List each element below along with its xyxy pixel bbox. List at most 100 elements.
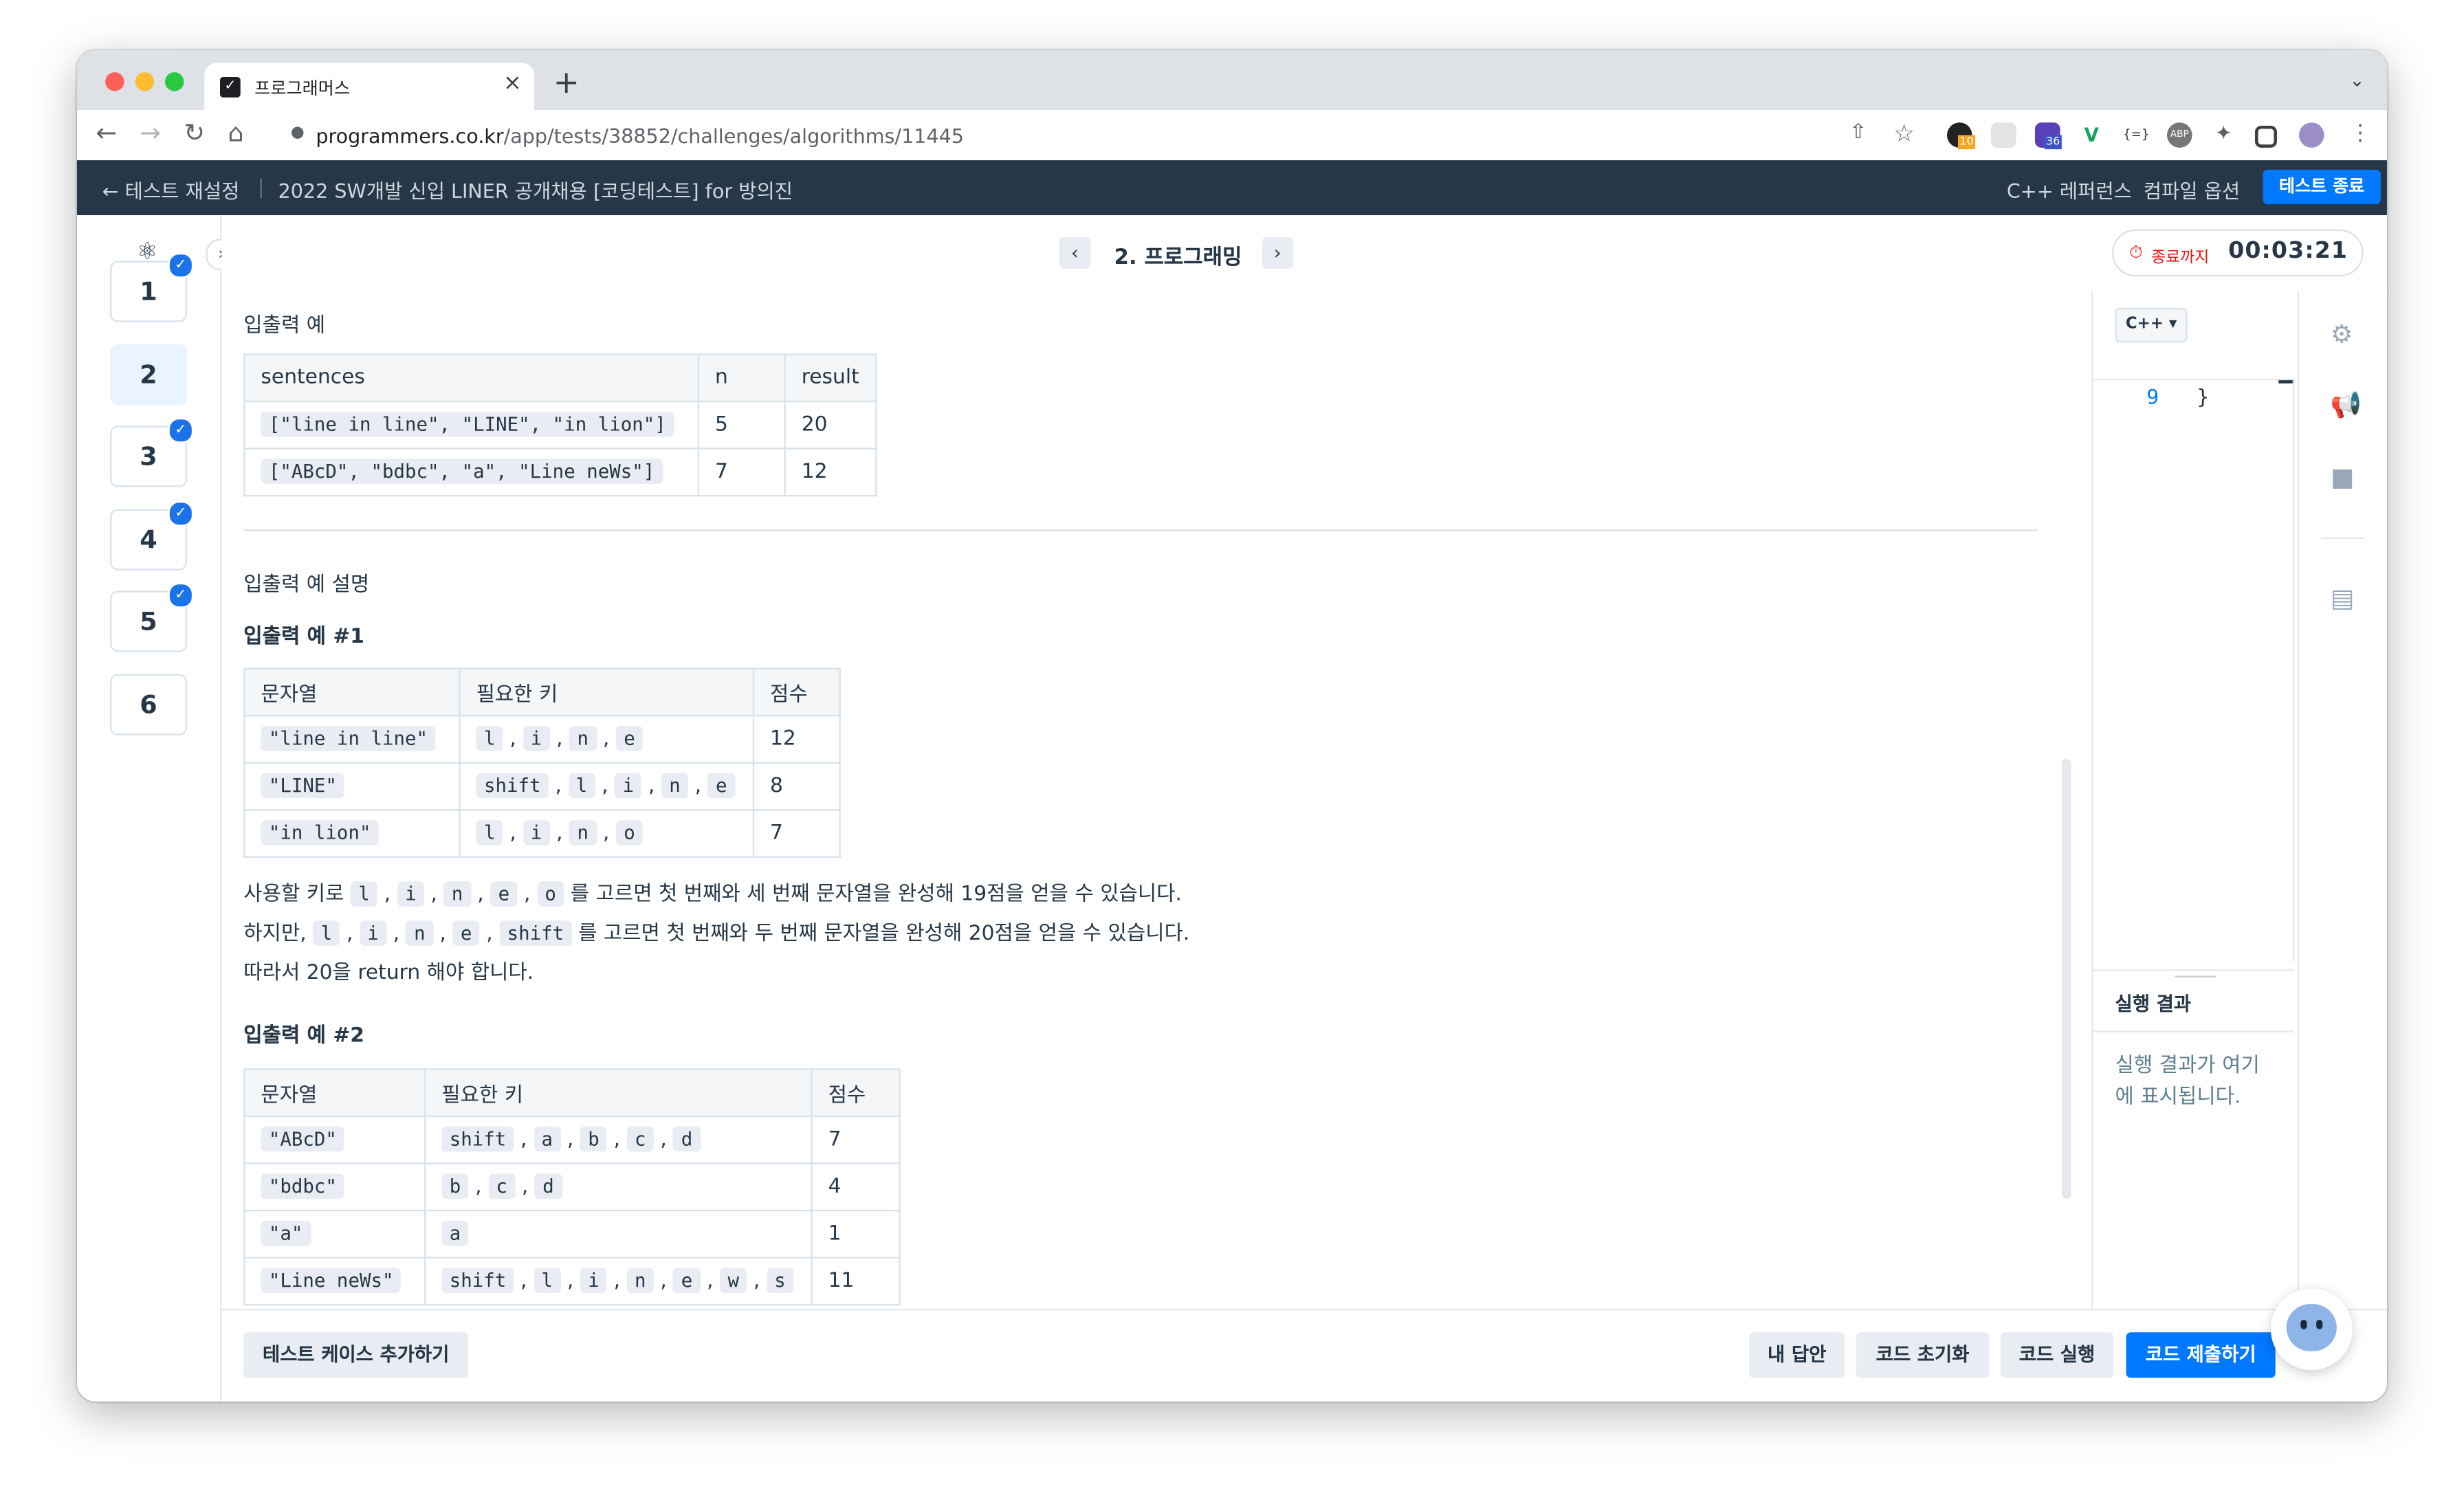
table-cell: 5	[697, 400, 786, 450]
comma-separator: ,	[548, 774, 569, 799]
key-chip: d	[673, 1126, 701, 1152]
browser-tab[interactable]: ✓ 프로그래머스 ×	[204, 63, 535, 110]
side-panel-icon[interactable]	[2254, 125, 2277, 148]
string-value: "in lion"	[261, 820, 379, 845]
key-chip: e	[673, 1268, 701, 1294]
puzzle-extensions-icon[interactable]: ✦	[2210, 122, 2236, 148]
chat-message-icon[interactable]: ▤	[2331, 583, 2355, 612]
prev-problem-button[interactable]: ‹	[1059, 237, 1091, 269]
key-chip: a	[534, 1126, 561, 1152]
comma-separator: ,	[514, 1128, 534, 1152]
maximize-window-button[interactable]	[164, 72, 184, 91]
problem-1-button[interactable]: 1 ✓	[109, 252, 194, 322]
book-icon[interactable]: ■	[2331, 462, 2355, 491]
table-cell: shift , l , i , n , e	[459, 762, 755, 811]
table-cell: 7	[752, 809, 841, 858]
extension-cap-icon[interactable]: 36	[2034, 122, 2062, 150]
table-row: "a" a 1	[243, 1209, 901, 1259]
my-answer-button[interactable]: 내 답안	[1748, 1332, 1845, 1378]
programmers-favicon-icon: ✓	[219, 76, 241, 98]
comma-separator: ,	[386, 922, 406, 946]
profile-avatar[interactable]	[2298, 122, 2324, 148]
section-divider	[243, 529, 2038, 531]
key-chip: shift	[441, 1126, 514, 1152]
reset-code-button[interactable]: 코드 초기화	[1856, 1332, 1990, 1378]
problem-3-button[interactable]: 3 ✓	[109, 417, 194, 487]
key-chip: n	[626, 1268, 654, 1294]
comma-separator: ,	[596, 727, 616, 751]
comma-separator: ,	[433, 922, 453, 946]
explanation-paragraph-2: 하지만, l , i , n , e , shift 를 고르면 첫 번째와 두…	[243, 914, 1189, 953]
add-testcase-button[interactable]: 테스트 케이스 추가하기	[243, 1332, 469, 1378]
run-code-button[interactable]: 코드 실행	[2000, 1332, 2114, 1378]
key-chip: l	[476, 820, 503, 845]
description-scrollbar[interactable]	[2061, 758, 2071, 1199]
key-chip: n	[406, 920, 434, 946]
compile-options-link[interactable]: 컴파일 옵션	[2144, 175, 2241, 204]
table-header: 문자열	[243, 667, 461, 717]
language-select[interactable]: C++ ▾	[2115, 307, 2188, 343]
string-value: "line in line"	[261, 725, 436, 751]
extension-grid-icon[interactable]	[1990, 122, 2016, 148]
key-chip: w	[720, 1268, 747, 1294]
url-text: programmers.co.kr/app/tests/38852/challe…	[316, 124, 964, 148]
key-chip: e	[490, 881, 518, 907]
string-value: "Line neWs"	[261, 1268, 402, 1294]
comma-separator: ,	[607, 1269, 627, 1294]
code-editor[interactable]: 9 }	[2093, 378, 2295, 962]
key-chip: l	[476, 725, 503, 751]
extension-v-icon[interactable]: V	[2078, 122, 2104, 148]
comma-separator: ,	[747, 1269, 767, 1294]
extension-timer-icon[interactable]: 10	[1946, 122, 1975, 150]
home-icon[interactable]: ⌂	[228, 118, 243, 149]
browser-menu-icon[interactable]: ⋮	[2349, 118, 2371, 149]
table-cell: 20	[784, 400, 877, 450]
table-header: sentences	[243, 353, 700, 403]
tab-close-icon[interactable]: ×	[503, 71, 522, 96]
divider	[2320, 537, 2365, 539]
comma-separator: ,	[607, 1128, 627, 1152]
problem-header: ‹ 2. 프로그래밍 › ⏱ 종료까지 00:03:21	[221, 215, 2387, 293]
key-chip: shift	[476, 773, 549, 799]
chevron-down-icon[interactable]: ⌄	[2349, 69, 2365, 91]
settings-gear-icon[interactable]: ⚙	[2331, 319, 2353, 349]
close-window-button[interactable]	[105, 72, 124, 91]
reload-icon[interactable]: ↻	[184, 118, 205, 149]
submit-code-button[interactable]: 코드 제출하기	[2126, 1332, 2276, 1378]
chatbot-button[interactable]	[2270, 1288, 2353, 1371]
comma-separator: ,	[503, 727, 523, 751]
bookmark-star-icon[interactable]: ☆	[1893, 118, 1915, 149]
check-icon: ✓	[168, 582, 194, 608]
table-cell: "LINE"	[243, 762, 461, 811]
extension-braces-icon[interactable]: {=}	[2122, 122, 2150, 148]
forward-arrow-icon[interactable]: →	[140, 118, 161, 149]
address-bar[interactable]: ● programmers.co.kr/app/tests/38852/chal…	[268, 116, 2045, 154]
io-example-table: sentences n result ["line in line", "LIN…	[243, 353, 877, 497]
share-icon[interactable]: ⇧	[1849, 118, 1867, 149]
next-problem-button[interactable]: ›	[1262, 237, 1294, 269]
reset-test-link[interactable]: ← 테스트 재설정	[102, 175, 240, 204]
comma-separator: ,	[549, 821, 570, 845]
minimize-window-button[interactable]	[135, 72, 154, 91]
problem-6-button[interactable]: 6	[109, 674, 187, 736]
tool-sidebar: ⚙ 📢 ■ ▤	[2297, 290, 2387, 1309]
table-cell: 7	[811, 1115, 901, 1164]
new-tab-button[interactable]: +	[553, 66, 580, 98]
results-placeholder: 실행 결과가 여기에 표시됩니다.	[2115, 1054, 2260, 1109]
explanation-paragraph-3: 따라서 20을 return 해야 합니다.	[243, 961, 534, 986]
table-header: 점수	[811, 1068, 901, 1118]
code-value: ["line in line", "LINE", "in lion"]	[261, 411, 674, 437]
problem-2-button[interactable]: 2	[109, 344, 187, 406]
adblock-icon[interactable]: ABP	[2166, 122, 2192, 148]
end-test-button[interactable]: 테스트 종료	[2263, 169, 2381, 205]
problem-5-button[interactable]: 5 ✓	[109, 582, 194, 652]
cpp-reference-link[interactable]: C++ 레퍼런스	[2007, 175, 2132, 204]
comma-separator: ,	[514, 1269, 534, 1294]
table-cell: "in lion"	[243, 809, 461, 858]
key-chip: l	[313, 920, 340, 946]
editor-scroll-track[interactable]	[2292, 380, 2295, 962]
back-arrow-icon[interactable]: ←	[96, 118, 117, 149]
megaphone-icon[interactable]: 📢	[2331, 390, 2362, 419]
table-row: "bdbc" b , c , d4	[243, 1162, 901, 1212]
problem-4-button[interactable]: 4 ✓	[109, 501, 194, 571]
